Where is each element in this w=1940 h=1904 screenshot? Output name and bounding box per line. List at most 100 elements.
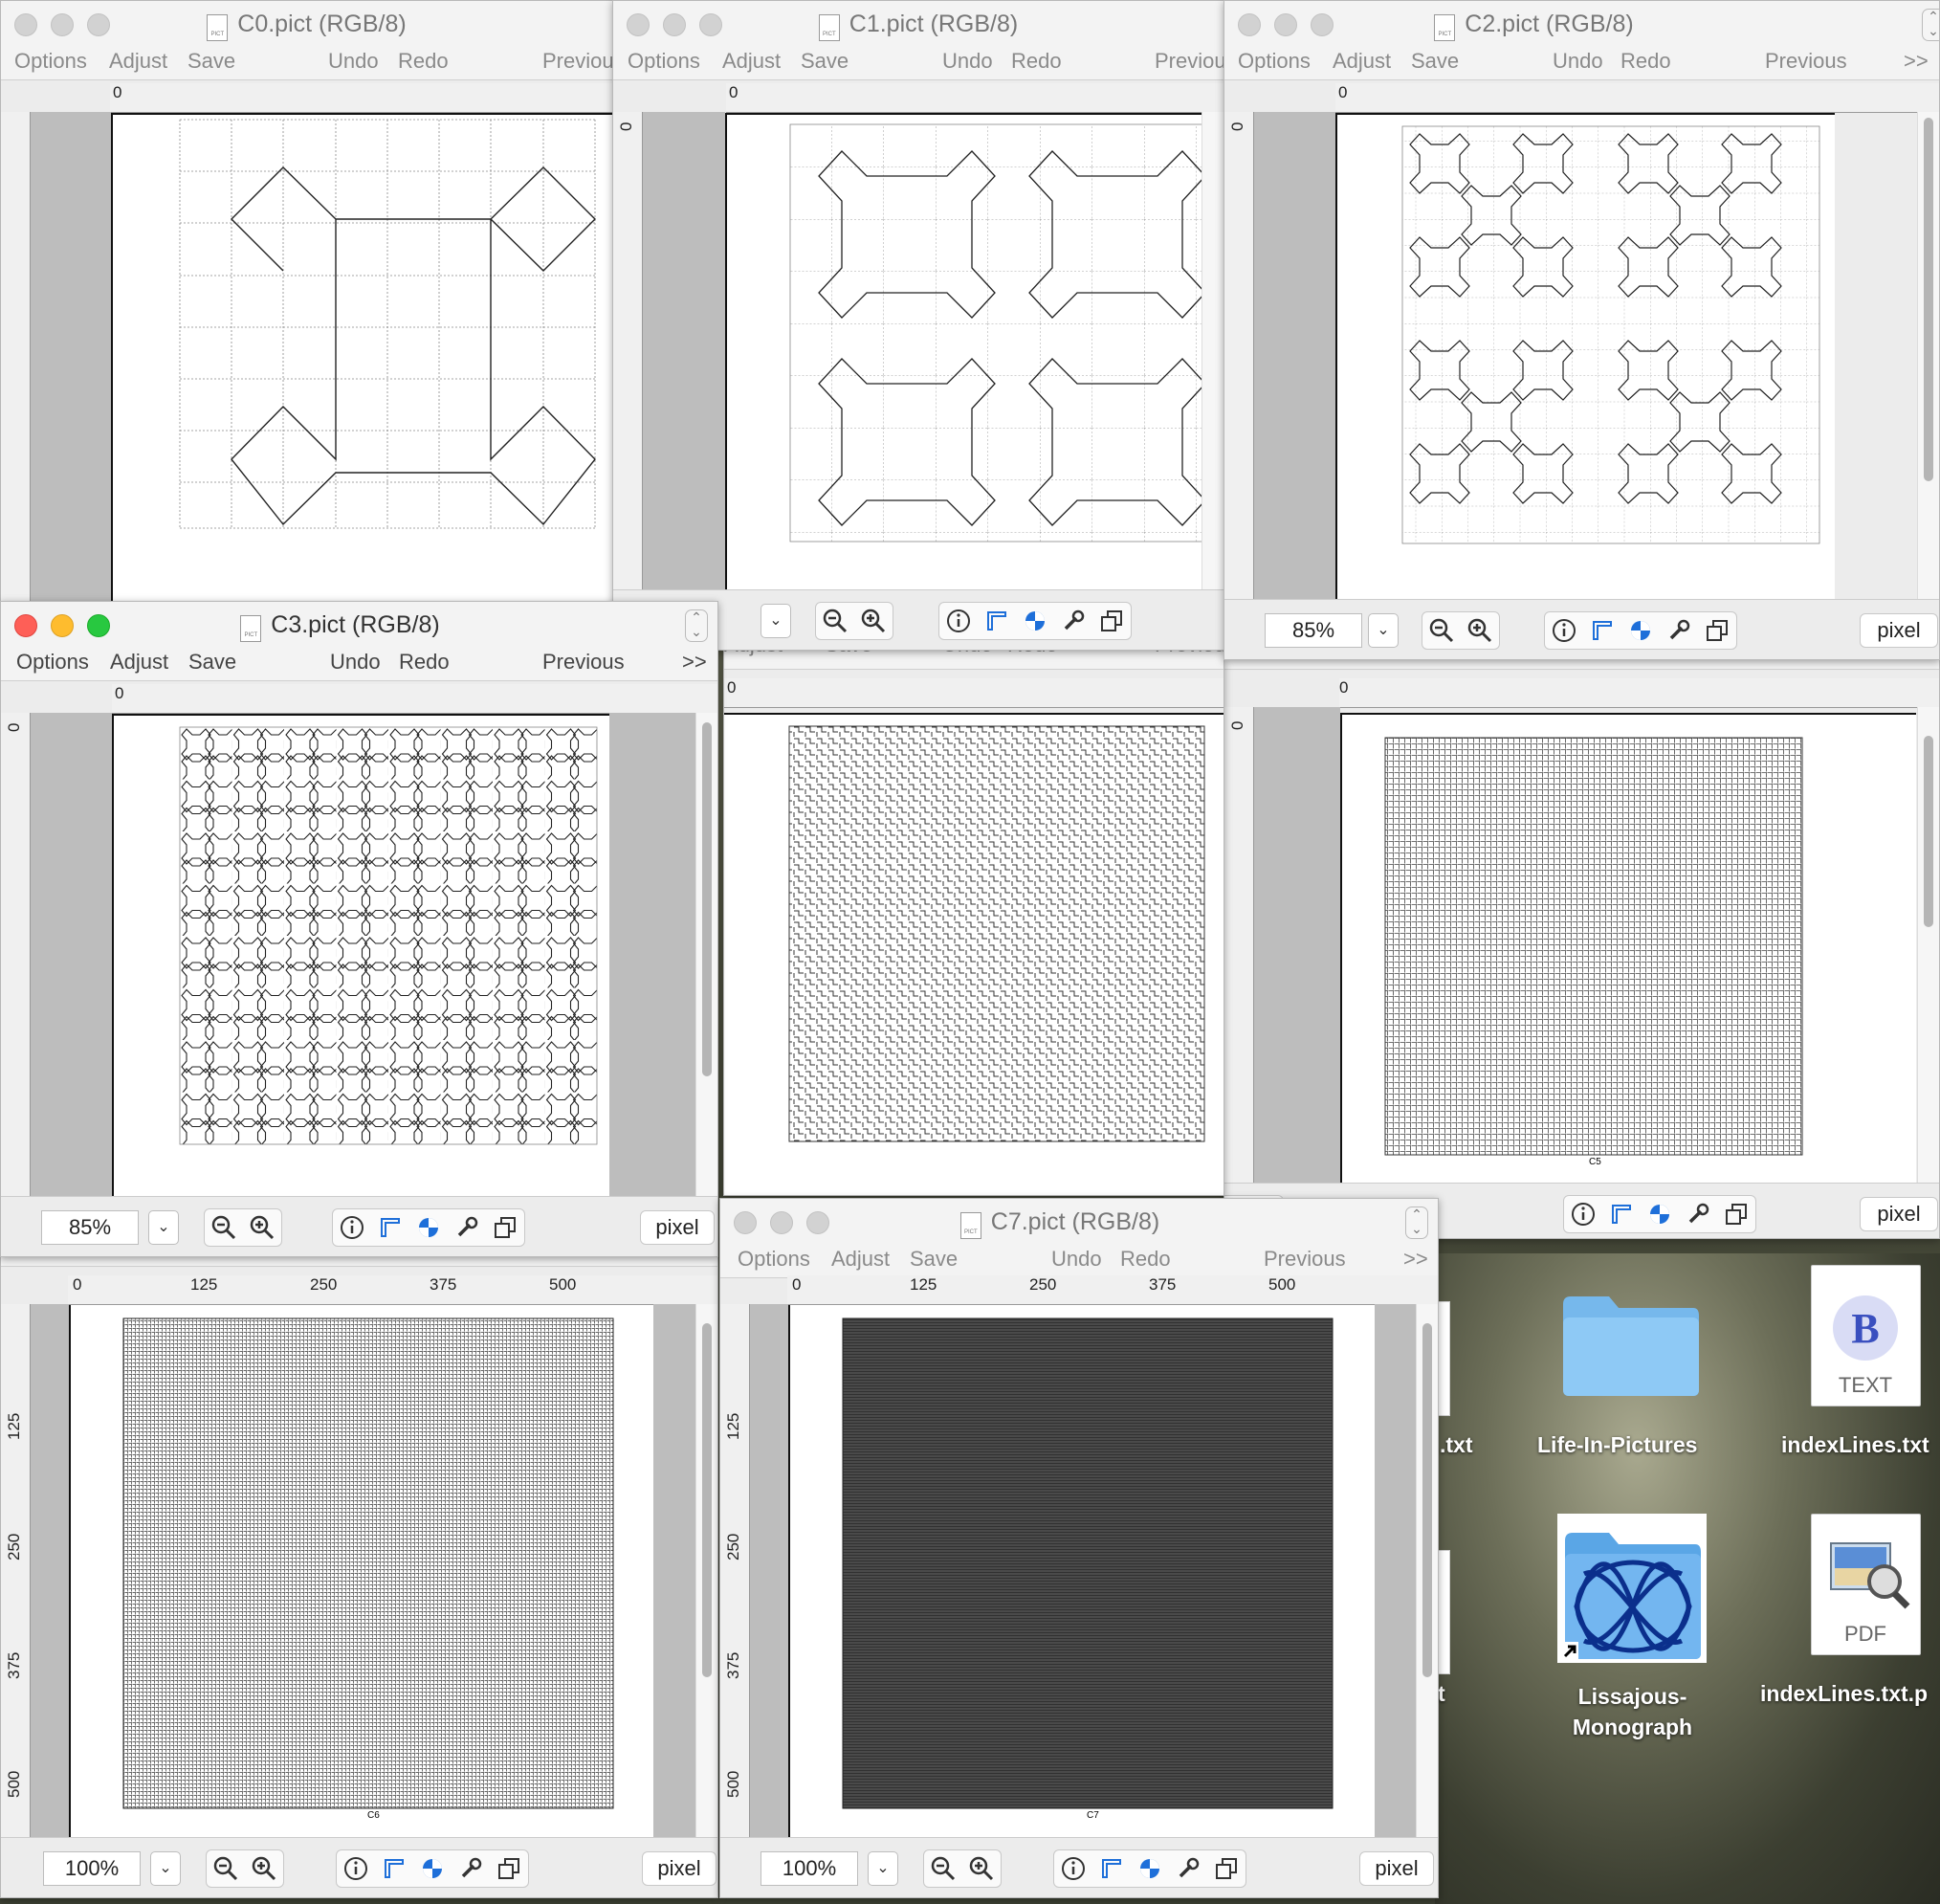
pdf-file-icon[interactable]: PDF	[1811, 1514, 1921, 1655]
window-c5[interactable]: Options Adjust Save Undo Redo Previous >…	[1224, 641, 1940, 1239]
duplicate-icon[interactable]	[1207, 1850, 1246, 1887]
zoom-dropdown-button[interactable]: ⌄	[1368, 613, 1399, 648]
window-c2[interactable]: PICT C2.pict (RGB/8) ⌃ ⌄ Options Adjust Sa…	[1224, 0, 1940, 660]
menu-undo[interactable]: Undo	[942, 49, 993, 74]
ruler-icon[interactable]	[1583, 612, 1621, 649]
menu-more[interactable]: >>	[1904, 49, 1929, 74]
info-icon[interactable]	[1564, 1196, 1602, 1232]
menu-options[interactable]: Options	[1238, 49, 1311, 74]
menu-previous[interactable]: Previous	[1264, 1247, 1346, 1272]
wrench-icon[interactable]	[1169, 1850, 1207, 1887]
window-c0[interactable]: PICT C0.pict (RGB/8) Options Adjust Save …	[0, 0, 613, 603]
menu-adjust[interactable]: Adjust	[831, 1247, 890, 1272]
desktop-icon-label-lissajous[interactable]: Lissajous-Monograph	[1563, 1681, 1702, 1742]
ruler-icon[interactable]	[1602, 1196, 1641, 1232]
info-icon[interactable]	[939, 603, 978, 639]
color-icon[interactable]	[413, 1850, 452, 1887]
toolbar-toggle-button[interactable]: ⌃ ⌄	[685, 609, 708, 642]
menu-redo[interactable]: Redo	[399, 650, 450, 675]
window-c3[interactable]: PICT C3.pict (RGB/8) ⌃ ⌄ Options Adjust Sa…	[0, 601, 718, 1257]
color-icon[interactable]	[1641, 1196, 1679, 1232]
toolbar-toggle-button[interactable]: ⌃ ⌄	[1405, 1207, 1428, 1239]
duplicate-icon[interactable]	[1092, 603, 1131, 639]
color-icon[interactable]	[1131, 1850, 1169, 1887]
menu-more[interactable]: >>	[682, 650, 707, 675]
bbedit-text-file-icon[interactable]: B TEXT	[1811, 1265, 1921, 1406]
image-canvas[interactable]: C5	[1340, 713, 1916, 1187]
info-icon[interactable]	[1545, 612, 1583, 649]
unit-button[interactable]: pixel	[640, 1210, 715, 1245]
window-c4[interactable]: Adjust Save Undo Redo Previous 0	[723, 641, 1224, 1196]
unit-button[interactable]: pixel	[1860, 1197, 1938, 1231]
menu-save[interactable]: Save	[187, 49, 235, 74]
color-icon[interactable]	[409, 1209, 448, 1246]
zoom-in-button[interactable]	[245, 1850, 283, 1887]
info-icon[interactable]	[333, 1209, 371, 1246]
vertical-scrollbar[interactable]	[1917, 112, 1939, 602]
vertical-scrollbar[interactable]	[1917, 707, 1939, 1185]
zoom-field[interactable]: 85%	[41, 1210, 139, 1245]
image-canvas[interactable]	[725, 113, 1224, 604]
zoom-in-button[interactable]	[854, 603, 893, 639]
window-c6[interactable]: Options Adjust Save Undo Redo Previous >…	[0, 1234, 718, 1898]
menu-adjust[interactable]: Adjust	[110, 650, 168, 675]
menu-previous[interactable]: Previous	[542, 650, 625, 675]
menu-undo[interactable]: Undo	[1553, 49, 1603, 74]
vertical-scrollbar[interactable]	[1416, 1304, 1438, 1840]
toolbar-toggle-button[interactable]: ⌃ ⌄	[1922, 9, 1939, 41]
duplicate-icon[interactable]	[490, 1850, 528, 1887]
image-canvas[interactable]: C7	[788, 1305, 1377, 1840]
ruler-icon[interactable]	[1092, 1850, 1131, 1887]
menu-undo[interactable]: Undo	[328, 49, 379, 74]
menu-adjust[interactable]: Adjust	[722, 49, 781, 74]
menu-redo[interactable]: Redo	[1620, 49, 1671, 74]
zoom-out-button[interactable]	[924, 1850, 962, 1887]
unit-button[interactable]: pixel	[642, 1851, 716, 1886]
wrench-icon[interactable]	[448, 1209, 486, 1246]
menu-previous[interactable]: Previous	[1155, 49, 1224, 74]
folder-icon[interactable]	[1559, 1287, 1703, 1397]
menu-adjust[interactable]: Adjust	[109, 49, 167, 74]
lissajous-folder-icon[interactable]	[1555, 1512, 1709, 1665]
zoom-field[interactable]: 100%	[43, 1851, 141, 1886]
zoom-field[interactable]: 100%	[761, 1851, 858, 1886]
zoom-in-button[interactable]	[1461, 612, 1499, 649]
menu-save[interactable]: Save	[801, 49, 849, 74]
zoom-out-button[interactable]	[207, 1850, 245, 1887]
menu-more[interactable]: >>	[1403, 1247, 1428, 1272]
zoom-dropdown-button[interactable]: ⌄	[761, 604, 791, 638]
duplicate-icon[interactable]	[486, 1209, 524, 1246]
menu-undo[interactable]: Undo	[1051, 1247, 1102, 1272]
image-canvas[interactable]	[111, 113, 612, 602]
menu-options[interactable]: Options	[16, 650, 89, 675]
menu-options[interactable]: Options	[14, 49, 87, 74]
menu-undo[interactable]: Undo	[330, 650, 381, 675]
image-canvas[interactable]	[724, 713, 1224, 1195]
unit-button[interactable]: pixel	[1860, 613, 1938, 648]
menu-previous[interactable]: Previous	[542, 49, 612, 74]
desktop-icon-label-indexlines-txt[interactable]: indexLines.txt	[1781, 1432, 1929, 1458]
zoom-dropdown-button[interactable]: ⌄	[868, 1851, 898, 1886]
menu-options[interactable]: Options	[628, 49, 700, 74]
vertical-scrollbar[interactable]	[1201, 112, 1224, 602]
zoom-in-button[interactable]	[243, 1209, 281, 1246]
menu-save[interactable]: Save	[188, 650, 236, 675]
wrench-icon[interactable]	[1660, 612, 1698, 649]
zoom-in-button[interactable]	[962, 1850, 1001, 1887]
zoom-field[interactable]: 85%	[1265, 613, 1362, 648]
wrench-icon[interactable]	[452, 1850, 490, 1887]
menu-redo[interactable]: Redo	[398, 49, 449, 74]
image-canvas[interactable]	[112, 714, 611, 1201]
menu-save[interactable]: Save	[910, 1247, 958, 1272]
window-c7[interactable]: PICT C7.pict (RGB/8) ⌃ ⌄ Options Adjust Sa…	[719, 1198, 1439, 1898]
zoom-dropdown-button[interactable]: ⌄	[150, 1851, 181, 1886]
color-icon[interactable]	[1621, 612, 1660, 649]
desktop-icon-label-t[interactable]: t	[1438, 1681, 1445, 1707]
ruler-icon[interactable]	[375, 1850, 413, 1887]
color-icon[interactable]	[1016, 603, 1054, 639]
menu-previous[interactable]: Previous	[1765, 49, 1847, 74]
ruler-icon[interactable]	[978, 603, 1016, 639]
duplicate-icon[interactable]	[1717, 1196, 1755, 1232]
duplicate-icon[interactable]	[1698, 612, 1736, 649]
zoom-out-button[interactable]	[816, 603, 854, 639]
